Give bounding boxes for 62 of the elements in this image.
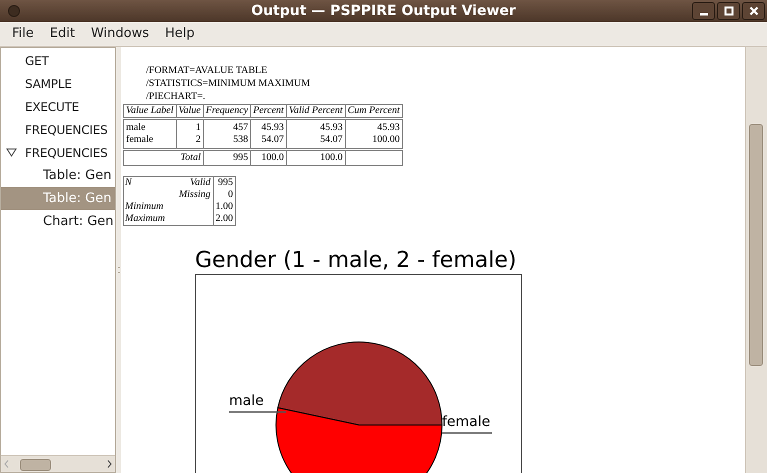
table-cell: 45.93 xyxy=(345,118,402,134)
table-cell: 995 xyxy=(213,176,236,189)
table-cell: Total xyxy=(124,150,204,166)
table-cell: 54.07 xyxy=(286,134,346,150)
tree-item[interactable]: Table: Gen xyxy=(1,164,115,187)
table-cell: 45.93 xyxy=(250,118,286,134)
row-label: Maximum xyxy=(125,213,165,224)
tree-item[interactable]: SAMPLE xyxy=(1,72,115,95)
table-cell: male xyxy=(124,118,176,134)
syntax-line: /STATISTICS=MINIMUM MAXIMUM xyxy=(146,77,312,90)
row-label: N xyxy=(125,177,132,188)
maximize-icon[interactable] xyxy=(717,2,740,20)
column-header: Frequency xyxy=(203,104,251,118)
window-title: Output — PSPPIRE Output Viewer xyxy=(251,2,516,20)
syntax-line: /PIECHART=. xyxy=(146,90,206,103)
leader-line xyxy=(442,432,492,434)
row-label: Valid xyxy=(190,177,210,188)
scroll-right-icon[interactable] xyxy=(107,460,112,468)
column-header: Percent xyxy=(250,104,286,118)
scroll-thumb[interactable] xyxy=(20,459,51,471)
row-label: Minimum xyxy=(125,201,164,212)
horizontal-scrollbar[interactable] xyxy=(1,455,115,472)
table-cell: 457 xyxy=(203,118,251,134)
scroll-thumb[interactable] xyxy=(749,124,763,366)
tree-item[interactable]: GET xyxy=(1,49,115,72)
column-header: Cum Percent xyxy=(345,104,402,118)
scroll-left-icon[interactable] xyxy=(4,460,9,468)
menu-item[interactable]: Help xyxy=(164,24,195,44)
column-header: Value xyxy=(176,104,204,118)
slice-label: female xyxy=(442,413,490,431)
close-icon[interactable] xyxy=(742,2,765,20)
table-cell: 45.93 xyxy=(286,118,346,134)
column-header: Valid Percent xyxy=(286,104,346,118)
window-menu-icon[interactable] xyxy=(8,5,20,17)
table-cell: 2 xyxy=(176,134,204,150)
menu-item[interactable]: File xyxy=(12,24,34,44)
minimize-icon[interactable] xyxy=(692,2,715,20)
chart-title: Gender (1 - male, 2 - female) xyxy=(195,248,518,274)
menu-item[interactable]: Windows xyxy=(90,24,149,44)
leader-line xyxy=(229,411,286,413)
table-cell: female xyxy=(124,134,176,150)
row-label: Missing xyxy=(178,189,210,200)
table-cell: 100.00 xyxy=(345,134,402,150)
slice-label: male xyxy=(229,392,264,410)
tree-item[interactable]: FREQUENCIES xyxy=(1,118,115,141)
table-cell: 538 xyxy=(203,134,251,150)
menu-item[interactable]: Edit xyxy=(50,24,75,44)
table-cell: 1.00 xyxy=(213,201,236,213)
syntax-line: /FORMAT=AVALUE TABLE xyxy=(146,64,268,77)
table-cell: 100.0 xyxy=(286,150,346,166)
vertical-scrollbar[interactable] xyxy=(745,47,767,473)
table-cell: 2.00 xyxy=(213,213,236,226)
tree-item[interactable]: FREQUENCIES xyxy=(1,141,115,164)
column-header: Value Label xyxy=(124,104,176,118)
tree-item[interactable]: EXECUTE xyxy=(1,95,115,118)
expander-icon[interactable] xyxy=(6,148,17,157)
table-cell: 1 xyxy=(176,118,204,134)
table-cell: 0 xyxy=(213,189,236,201)
table-cell: 54.07 xyxy=(250,134,286,150)
table-cell: 100.0 xyxy=(250,150,286,166)
tree-item[interactable]: Chart: Gen xyxy=(1,210,115,233)
table-cell: 995 xyxy=(203,150,251,166)
